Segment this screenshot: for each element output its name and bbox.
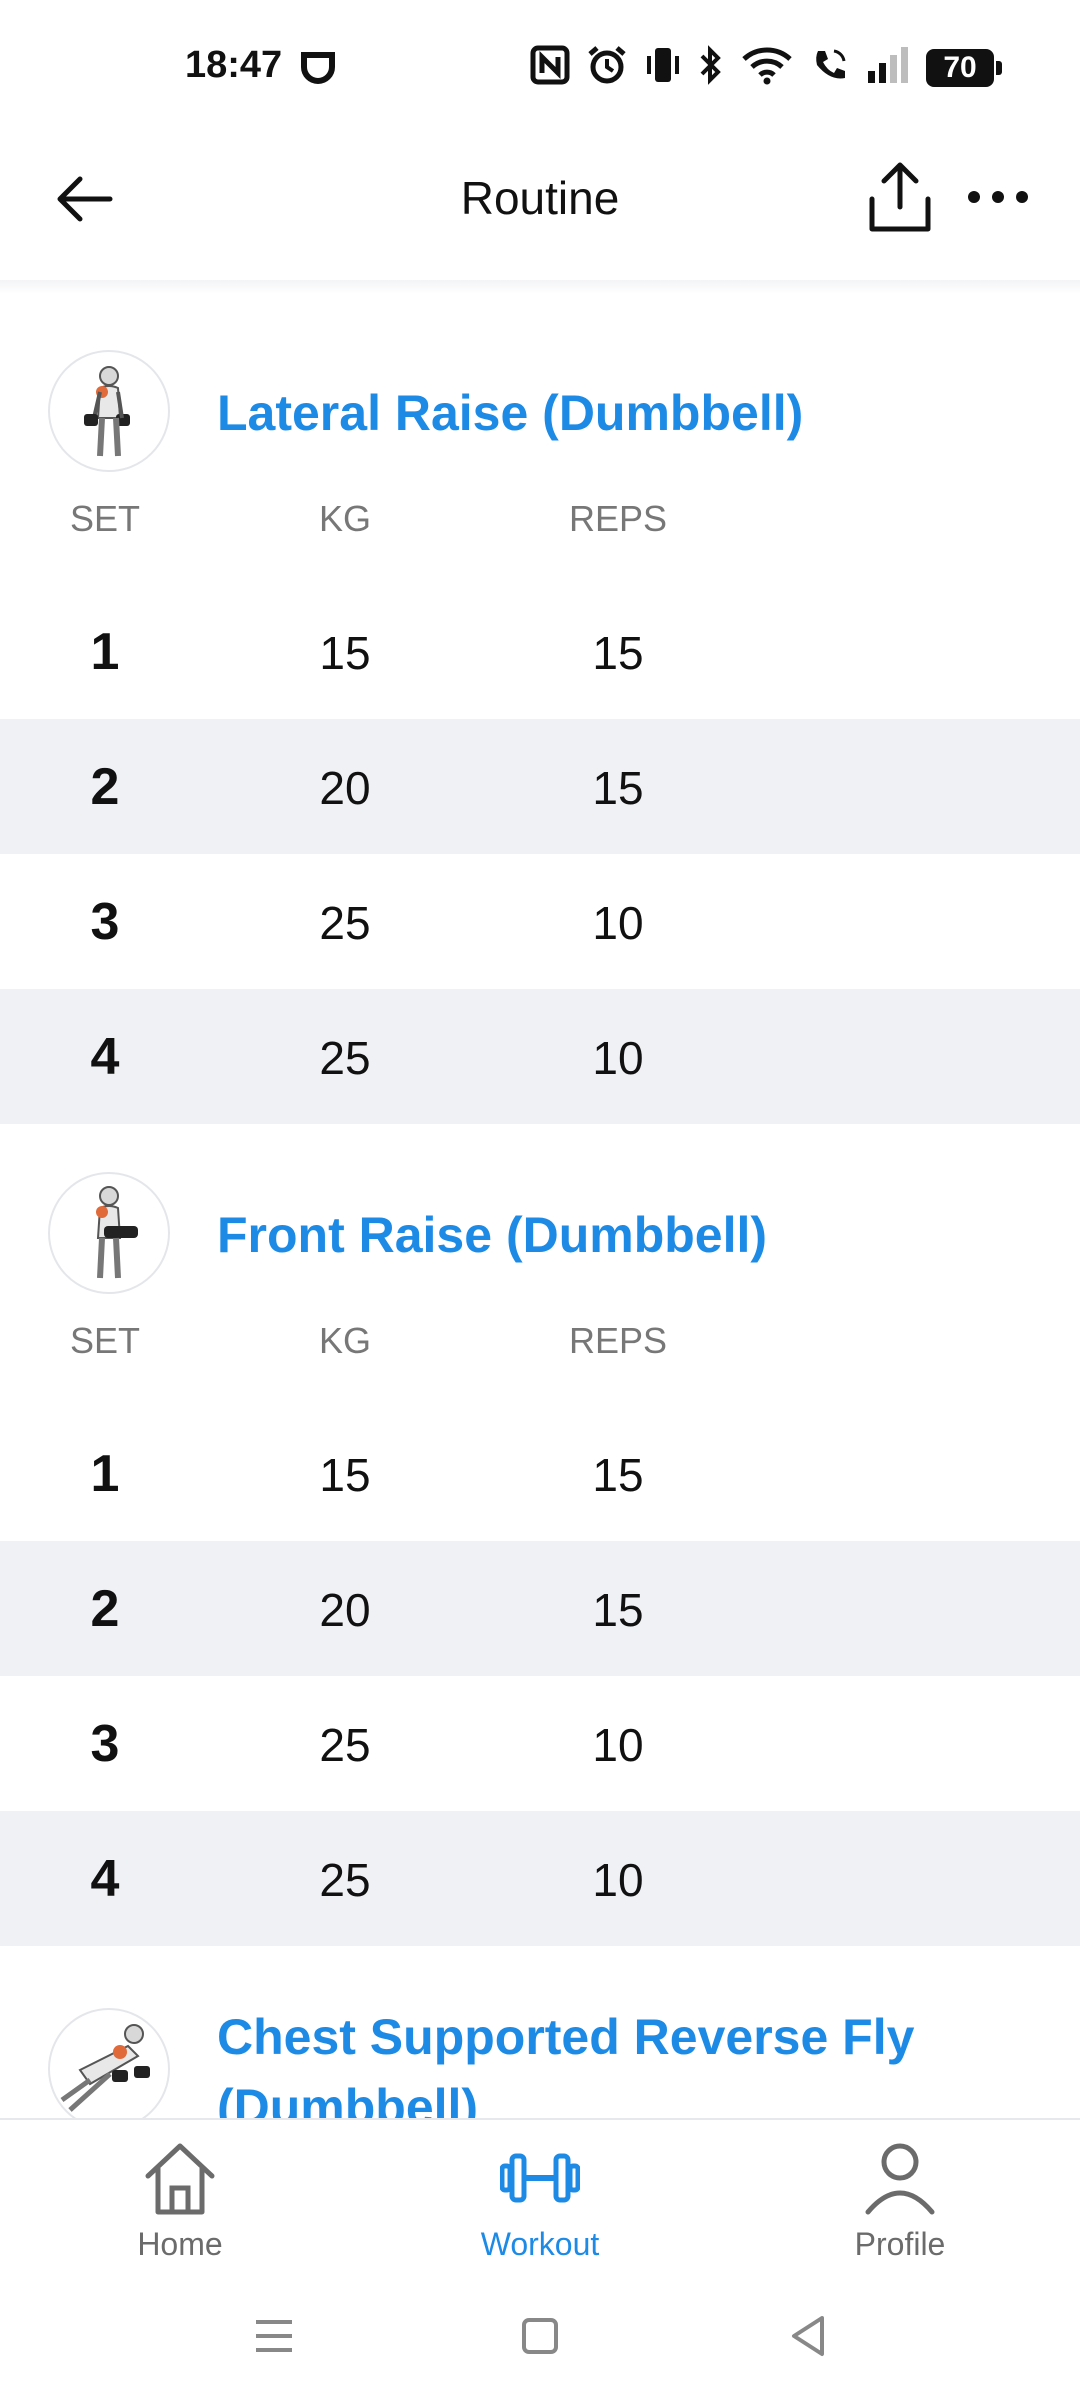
front-raise-figure-icon (96, 1186, 138, 1279)
vibrate-icon (644, 44, 682, 91)
set-row: 1 15 15 (0, 584, 1080, 719)
column-reps: REPS (568, 498, 668, 539)
status-time: 18:47 (185, 44, 283, 86)
set-kg: 20 (319, 1584, 371, 1636)
wifi-icon (740, 45, 794, 90)
nfc-icon (530, 45, 570, 90)
share-upload-icon (869, 162, 931, 232)
set-table-header: SET KG REPS (0, 1306, 1080, 1406)
set-reps: 15 (592, 762, 644, 814)
system-navigation-bar (0, 2268, 1080, 2400)
back-triangle-icon[interactable] (784, 2312, 832, 2360)
exercise-header[interactable]: Chest Supported Reverse Fly (Dumbbell) (0, 2008, 1080, 2118)
exercise-name-line2: (Dumbbell) (217, 2079, 479, 2118)
column-reps: REPS (568, 1320, 668, 1361)
tab-workout-label: Workout (480, 2226, 600, 2262)
set-row: 4 25 10 (0, 989, 1080, 1124)
set-number: 2 (90, 758, 120, 816)
alarm-icon (586, 44, 628, 91)
home-icon (145, 2143, 215, 2215)
exercise-thumbnail-reverse-fly[interactable] (48, 2008, 170, 2118)
tab-workout[interactable]: Workout (430, 2138, 650, 2268)
set-reps: 15 (592, 1449, 644, 1501)
set-row: 3 25 10 (0, 854, 1080, 989)
set-number: 4 (90, 1028, 120, 1086)
set-kg: 15 (319, 627, 371, 679)
exercise-card: Lateral Raise (Dumbbell) SET KG REPS 1 1… (0, 350, 1080, 1124)
column-kg: KG (318, 1320, 371, 1361)
set-kg: 15 (319, 1449, 371, 1501)
tab-home-label: Home (137, 2226, 223, 2262)
set-kg: 25 (319, 1032, 371, 1084)
set-kg: 25 (319, 1854, 371, 1906)
home-square-icon[interactable] (516, 2312, 564, 2360)
set-reps: 15 (592, 627, 644, 679)
exercise-header[interactable]: Lateral Raise (Dumbbell) (0, 350, 1080, 484)
set-reps: 10 (592, 1032, 644, 1084)
exercise-card: Front Raise (Dumbbell) SET KG REPS 1 15 … (0, 1172, 1080, 1946)
header-divider (0, 280, 1080, 294)
tab-profile-label: Profile (854, 2226, 946, 2262)
set-table-header: SET KG REPS (0, 484, 1080, 584)
exercise-card: Chest Supported Reverse Fly (Dumbbell) (0, 2008, 1080, 2118)
exercise-name[interactable]: Lateral Raise (Dumbbell) (217, 378, 1037, 448)
set-number: 3 (90, 893, 120, 951)
reverse-fly-figure-icon (60, 2024, 150, 2112)
set-number: 3 (90, 1715, 120, 1773)
exercise-header[interactable]: Front Raise (Dumbbell) (0, 1172, 1080, 1306)
recents-menu-icon[interactable] (250, 2312, 298, 2360)
dumbbell-icon (500, 2153, 580, 2203)
set-kg: 25 (319, 897, 371, 949)
status-icons: 70 (530, 44, 1002, 91)
more-options-button[interactable] (966, 177, 1030, 217)
exercise-thumbnail-front-raise[interactable] (48, 1172, 170, 1294)
set-number: 2 (90, 1580, 120, 1638)
set-number: 1 (90, 1445, 120, 1503)
set-reps: 10 (592, 1854, 644, 1906)
column-set: SET (69, 498, 140, 539)
status-bar: 18:47 70 (0, 0, 1080, 135)
set-reps: 10 (592, 1719, 644, 1771)
signal-icon (866, 45, 910, 90)
exercise-name-line1: Chest Supported Reverse Fly (217, 2009, 915, 2065)
battery-icon: 70 (926, 48, 1002, 87)
exercise-name[interactable]: Chest Supported Reverse Fly (Dumbbell) (217, 2008, 1037, 2118)
set-reps: 10 (592, 897, 644, 949)
set-kg: 20 (319, 762, 371, 814)
bluetooth-icon (698, 44, 724, 91)
bottom-navigation: Home Workout Profile (0, 2118, 1080, 2270)
set-row: 1 15 15 (0, 1406, 1080, 1541)
app-header: Routine (0, 135, 1080, 280)
column-set: SET (69, 1320, 140, 1361)
set-row: 2 20 15 (0, 719, 1080, 854)
exercise-name[interactable]: Front Raise (Dumbbell) (217, 1200, 1037, 1270)
set-row: 2 20 15 (0, 1541, 1080, 1676)
tab-profile[interactable]: Profile (790, 2138, 1010, 2268)
set-row: 4 25 10 (0, 1811, 1080, 1946)
more-horizontal-icon (968, 191, 1028, 203)
lateral-raise-figure-icon (84, 366, 130, 457)
set-kg: 25 (319, 1719, 371, 1771)
set-reps: 15 (592, 1584, 644, 1636)
exercise-thumbnail-lateral-raise[interactable] (48, 350, 170, 472)
share-button[interactable] (866, 159, 934, 235)
set-number: 4 (90, 1850, 120, 1908)
set-number: 1 (90, 623, 120, 681)
dnd-icon (298, 49, 338, 92)
column-kg: KG (318, 498, 371, 539)
wifi-call-icon (810, 45, 850, 90)
tab-home[interactable]: Home (70, 2138, 290, 2268)
set-row: 3 25 10 (0, 1676, 1080, 1811)
profile-icon (865, 2143, 935, 2215)
